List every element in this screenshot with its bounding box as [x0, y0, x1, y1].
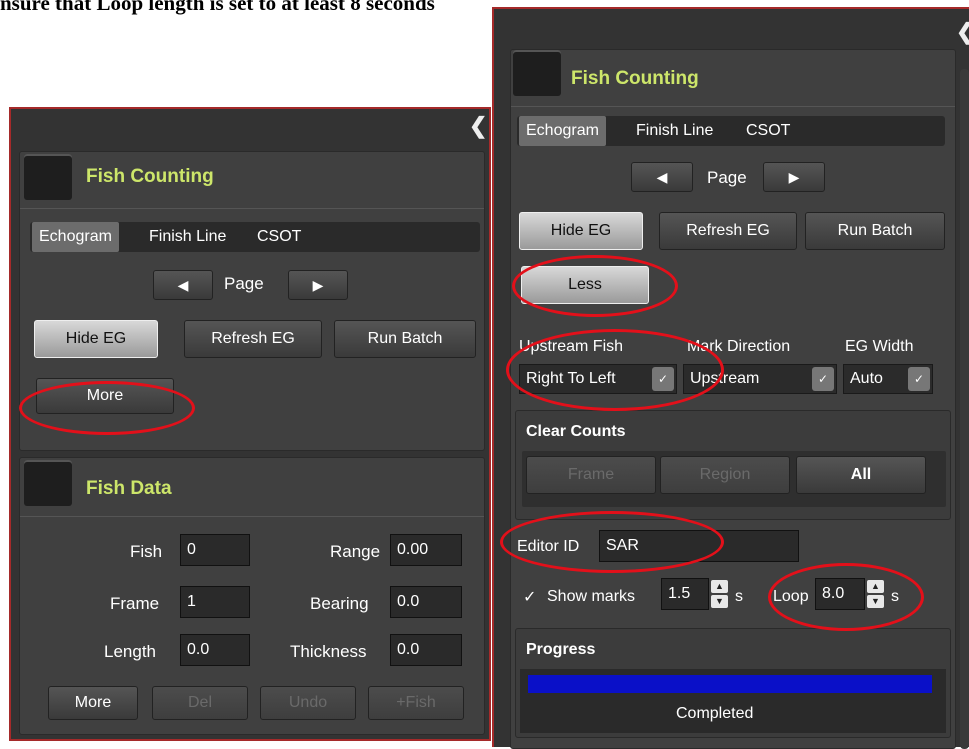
right-panel: ❮ Fish Counting Echogram Finish Line CSO…: [492, 7, 969, 749]
triangle-right-icon: ▶: [788, 169, 800, 185]
eg-width-label: EG Width: [845, 338, 914, 355]
page-prev-button[interactable]: ◀: [631, 162, 693, 192]
tab-csot[interactable]: CSOT: [250, 222, 308, 252]
instruction-caption: nsure that Loop length is set to at leas…: [0, 0, 435, 15]
page-prev-button[interactable]: ◀: [153, 270, 213, 300]
length-field[interactable]: 0.0: [180, 634, 250, 666]
tab-finish-line[interactable]: Finish Line: [142, 222, 233, 252]
run-batch-button[interactable]: Run Batch: [334, 320, 476, 358]
show-marks-stepper[interactable]: ▲ ▼: [711, 580, 728, 608]
progress-status: Completed: [676, 705, 754, 722]
show-marks-field[interactable]: 1.5: [661, 578, 709, 610]
section-title: Fish Counting: [86, 166, 214, 187]
thickness-label: Thickness: [290, 642, 367, 661]
collapse-icon[interactable]: ❮: [469, 113, 487, 139]
fish-label: Fish: [130, 542, 163, 561]
clear-frame-button[interactable]: Frame: [526, 456, 656, 494]
triangle-left-icon: ◀: [656, 169, 668, 185]
clear-counts-title: Clear Counts: [526, 423, 626, 440]
page-label: Page: [707, 168, 747, 187]
hide-eg-button[interactable]: Hide EG: [34, 320, 158, 358]
section-title: Fish Counting: [571, 68, 699, 89]
highlight-oval-more: [19, 381, 195, 435]
refresh-eg-button[interactable]: Refresh EG: [184, 320, 322, 358]
section-tab-icon[interactable]: [24, 460, 72, 506]
section-tab-icon[interactable]: [24, 154, 72, 200]
progress-track: [528, 675, 932, 693]
fish-more-button[interactable]: More: [48, 686, 138, 720]
highlight-oval-loop: [768, 563, 924, 631]
eg-width-dropdown[interactable]: Auto ✓: [843, 364, 933, 394]
progress-fill: [528, 675, 932, 693]
progress-group: Progress Completed: [515, 628, 951, 738]
progress-title: Progress: [526, 641, 596, 658]
mode-tabs: Echogram Finish Line CSOT: [30, 222, 480, 252]
clear-counts-group: Clear Counts Frame Region All: [515, 410, 951, 520]
clear-all-button[interactable]: All: [796, 456, 926, 494]
highlight-oval-editor-id: [500, 511, 724, 573]
highlight-oval-upstream: [506, 329, 724, 411]
delete-button[interactable]: Del: [152, 686, 248, 720]
show-marks-label: Show marks: [547, 588, 636, 605]
hide-eg-button[interactable]: Hide EG: [519, 212, 643, 250]
refresh-eg-button[interactable]: Refresh EG: [659, 212, 797, 250]
highlight-oval-less: [512, 255, 678, 317]
fish-field[interactable]: 0: [180, 534, 250, 566]
clear-region-button[interactable]: Region: [660, 456, 790, 494]
add-fish-button[interactable]: +Fish: [368, 686, 464, 720]
collapse-icon[interactable]: ❮: [956, 19, 969, 45]
page-next-button[interactable]: ▶: [763, 162, 825, 192]
triangle-left-icon: ◀: [177, 277, 189, 293]
thickness-field[interactable]: 0.0: [390, 634, 462, 666]
undo-button[interactable]: Undo: [260, 686, 356, 720]
checkmark-icon: ✓: [523, 589, 537, 606]
show-marks-checkbox[interactable]: ✓: [523, 589, 541, 607]
frame-label: Frame: [110, 594, 160, 613]
left-panel: ❮ Fish Counting Echogram Finish Line CSO…: [9, 107, 491, 741]
bearing-label: Bearing: [310, 594, 369, 613]
tab-csot[interactable]: CSOT: [739, 116, 797, 146]
eg-width-value: Auto: [850, 370, 883, 387]
triangle-up-icon[interactable]: ▲: [711, 580, 728, 593]
chevron-down-icon: ✓: [908, 367, 930, 391]
section-tab-icon[interactable]: [513, 50, 561, 96]
tab-echogram[interactable]: Echogram: [519, 116, 606, 146]
tab-echogram[interactable]: Echogram: [32, 222, 119, 252]
run-batch-button[interactable]: Run Batch: [805, 212, 945, 250]
frame-field[interactable]: 1: [180, 586, 250, 618]
section-title: Fish Data: [86, 478, 172, 499]
bearing-field[interactable]: 0.0: [390, 586, 462, 618]
chevron-down-icon: ✓: [812, 367, 834, 391]
triangle-down-icon[interactable]: ▼: [711, 595, 728, 608]
page-next-button[interactable]: ▶: [288, 270, 348, 300]
length-label: Length: [104, 642, 156, 661]
mode-tabs: Echogram Finish Line CSOT: [517, 116, 945, 146]
triangle-right-icon: ▶: [312, 277, 324, 293]
show-marks-unit: s: [735, 588, 743, 605]
page-label: Page: [224, 274, 264, 293]
tab-finish-line[interactable]: Finish Line: [629, 116, 720, 146]
fish-data-section: Fish Data Fish 0 Range 0.00 Frame 1 Bear…: [19, 457, 485, 735]
scrollbar[interactable]: [960, 69, 969, 749]
range-label: Range: [330, 542, 381, 561]
range-field[interactable]: 0.00: [390, 534, 462, 566]
